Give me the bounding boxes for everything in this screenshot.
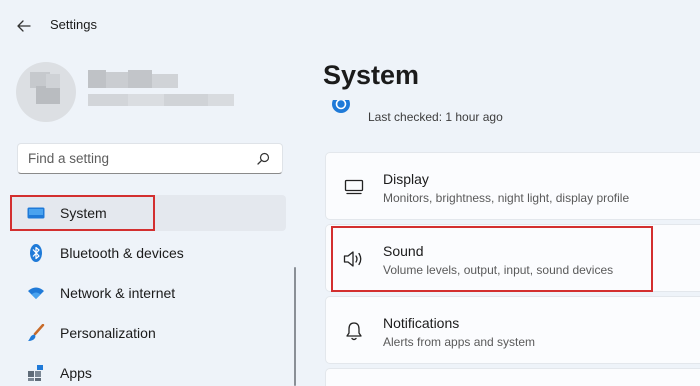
paintbrush-icon <box>26 323 46 343</box>
search-icon[interactable] <box>254 150 272 168</box>
sidebar-item-label: Network & internet <box>60 285 176 301</box>
search-input[interactable] <box>28 151 254 166</box>
windows-update-icon <box>331 100 351 114</box>
wifi-icon <box>26 283 46 303</box>
sidebar-item-label: Bluetooth & devices <box>60 245 184 261</box>
sidebar-nav: System Bluetooth & devices Network & int… <box>10 195 286 386</box>
sidebar-item-label: Apps <box>60 365 92 381</box>
notifications-card[interactable]: Notifications Alerts from apps and syste… <box>325 296 700 364</box>
card-description: Monitors, brightness, night light, displ… <box>383 191 630 205</box>
sidebar-item-label: Personalization <box>60 325 156 341</box>
card-title: Display <box>383 171 429 187</box>
update-status-text: Last checked: 1 hour ago <box>368 110 503 124</box>
card-title: Notifications <box>383 315 460 331</box>
apps-icon <box>26 363 46 383</box>
sidebar-item-apps[interactable]: Apps <box>10 355 286 386</box>
bluetooth-icon <box>26 243 46 263</box>
sidebar-scrollbar[interactable] <box>294 267 296 386</box>
back-arrow-icon <box>17 20 31 32</box>
account-profile[interactable] <box>16 62 296 122</box>
search-box[interactable] <box>17 143 283 174</box>
display-card[interactable]: Display Monitors, brightness, night ligh… <box>325 152 700 220</box>
blurred-account-email <box>88 94 234 106</box>
avatar <box>16 62 76 122</box>
display-icon <box>342 175 366 199</box>
app-title: Settings <box>50 17 97 32</box>
bell-icon <box>342 319 366 343</box>
title-bar: Settings <box>0 0 700 50</box>
sound-card[interactable]: Sound Volume levels, output, input, soun… <box>325 224 700 292</box>
system-monitor-icon <box>26 203 46 223</box>
page-title: System <box>323 60 420 90</box>
back-button[interactable] <box>8 10 40 42</box>
sidebar-item-system[interactable]: System <box>10 195 286 231</box>
card-title: Sound <box>383 243 424 259</box>
sidebar-item-label: System <box>60 205 107 221</box>
blurred-account-name <box>88 70 178 88</box>
speaker-icon <box>342 247 366 271</box>
sidebar-item-bluetooth[interactable]: Bluetooth & devices <box>10 235 286 271</box>
sidebar-item-personalization[interactable]: Personalization <box>10 315 286 351</box>
card-description: Alerts from apps and system <box>383 335 536 349</box>
next-settings-card[interactable] <box>325 368 700 386</box>
card-description: Volume levels, output, input, sound devi… <box>383 263 614 277</box>
sidebar-item-network[interactable]: Network & internet <box>10 275 286 311</box>
